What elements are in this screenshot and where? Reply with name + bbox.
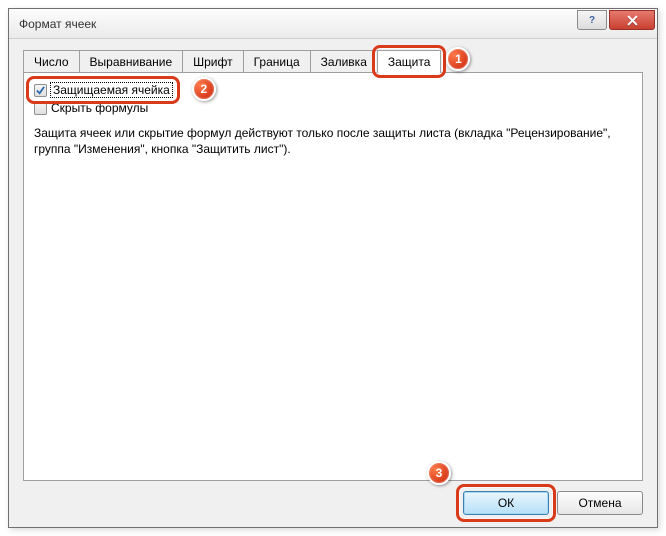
checkbox-hide-row: Скрыть формулы bbox=[34, 101, 632, 115]
checkbox-hide-formulas[interactable] bbox=[34, 102, 47, 115]
dialog-window: Формат ячеек ? Число Выравнивание Шрифт … bbox=[8, 8, 658, 528]
marker-1: 1 bbox=[446, 47, 470, 71]
checkbox-protected-label[interactable]: Защищаемая ячейка bbox=[51, 83, 172, 97]
help-button[interactable]: ? bbox=[577, 10, 607, 30]
close-button[interactable] bbox=[609, 10, 655, 30]
cancel-button-label: Отмена bbox=[578, 496, 621, 510]
checkbox-protected[interactable] bbox=[34, 84, 47, 97]
cancel-button[interactable]: Отмена bbox=[557, 491, 643, 515]
marker-2: 2 bbox=[192, 77, 216, 101]
window-title: Формат ячеек bbox=[19, 17, 575, 31]
tab-alignment[interactable]: Выравнивание bbox=[79, 50, 184, 73]
dialog-buttons: ОК 3 Отмена bbox=[23, 481, 643, 515]
tab-protection[interactable]: Защита 1 bbox=[377, 50, 442, 73]
ok-button[interactable]: ОК bbox=[463, 491, 549, 515]
svg-text:?: ? bbox=[589, 15, 595, 25]
tab-border[interactable]: Граница bbox=[243, 50, 311, 73]
window-buttons: ? bbox=[575, 9, 657, 38]
ok-button-label: ОК bbox=[498, 496, 514, 510]
tab-number[interactable]: Число bbox=[23, 50, 80, 73]
marker-3: 3 bbox=[427, 461, 451, 485]
tab-font[interactable]: Шрифт bbox=[182, 50, 243, 73]
checkbox-protected-row: Защищаемая ячейка 2 bbox=[34, 83, 172, 97]
title-bar: Формат ячеек ? bbox=[9, 9, 657, 39]
tab-fill[interactable]: Заливка bbox=[310, 50, 378, 73]
client-area: Число Выравнивание Шрифт Граница Заливка… bbox=[9, 39, 657, 527]
checkbox-hide-label[interactable]: Скрыть формулы bbox=[51, 101, 148, 115]
tab-strip: Число Выравнивание Шрифт Граница Заливка… bbox=[23, 49, 643, 72]
tab-panel-protection: Защищаемая ячейка 2 Скрыть формулы Защит… bbox=[23, 72, 643, 481]
protection-description: Защита ячеек или скрытие формул действую… bbox=[34, 125, 632, 157]
tab-protection-label: Защита bbox=[388, 55, 431, 69]
